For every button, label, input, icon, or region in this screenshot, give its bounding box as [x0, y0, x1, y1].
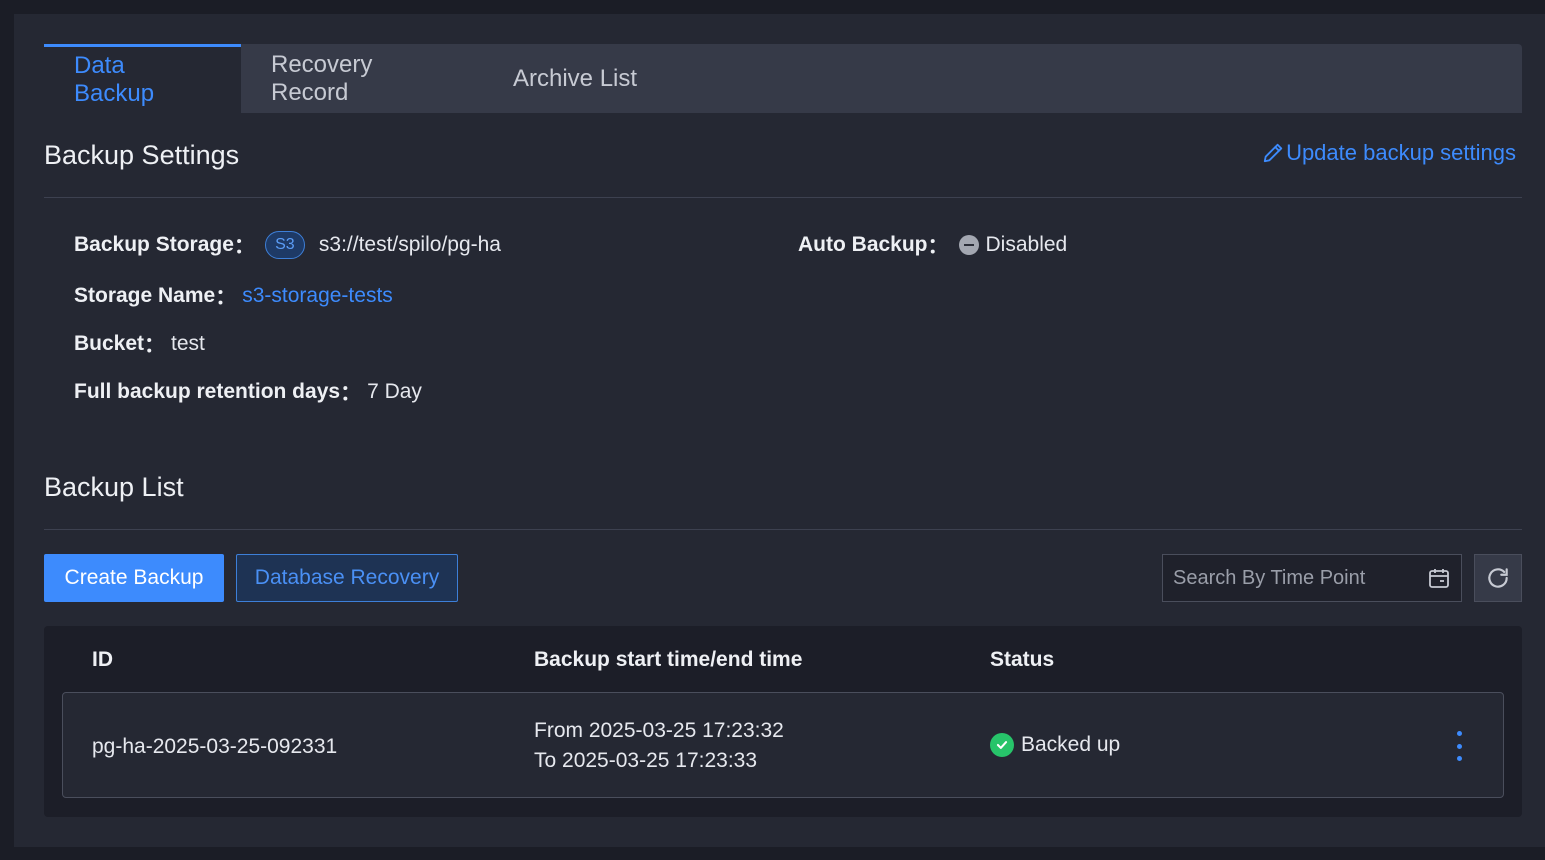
backup-settings-title: Backup Settings — [44, 140, 240, 170]
bucket-label: Bucket — [74, 332, 145, 355]
auto-backup-value: Disabled — [985, 233, 1068, 256]
auto-backup-row: Auto Backup： Disabled — [798, 230, 1067, 260]
pencil-icon — [1263, 143, 1283, 163]
backup-id: pg-ha-2025-03-25-092331 — [92, 735, 338, 758]
storage-name-label: Storage Name — [74, 284, 216, 307]
storage-type-badge: S3 — [264, 231, 305, 259]
backup-table: ID Backup start time/end time Status pg-… — [44, 626, 1522, 817]
backup-storage-row: Backup Storage： S3 s3://test/spilo/pg-ha — [74, 230, 501, 260]
separator: ： — [215, 286, 237, 309]
update-backup-settings-label: Update backup settings — [1286, 140, 1516, 165]
separator: ： — [340, 382, 362, 405]
backup-list-title: Backup List — [44, 472, 184, 502]
column-header-time: Backup start time/end time — [534, 648, 803, 671]
more-vertical-icon[interactable] — [1453, 731, 1465, 761]
backup-status: Backed up — [990, 733, 1120, 757]
backup-end-time: To 2025-03-25 17:23:33 — [534, 749, 758, 772]
calendar-icon[interactable] — [1427, 566, 1451, 590]
separator: ： — [927, 235, 949, 258]
status-text: Backed up — [1021, 733, 1121, 756]
table-row[interactable]: pg-ha-2025-03-25-092331 From 2025-03-25 … — [62, 692, 1504, 798]
storage-name-link[interactable]: s3-storage-tests — [242, 284, 393, 308]
create-backup-button[interactable]: Create Backup — [44, 554, 224, 602]
storage-name-row: Storage Name： s3-storage-tests — [74, 281, 393, 311]
refresh-button[interactable] — [1474, 554, 1522, 602]
separator: ： — [233, 235, 255, 258]
storage-path: s3://test/spilo/pg-ha — [318, 233, 501, 256]
tab-data-backup[interactable]: Data Backup — [44, 44, 241, 113]
database-recovery-button[interactable]: Database Recovery — [236, 554, 458, 602]
bucket-value: test — [171, 332, 205, 355]
time-point-search[interactable]: Search By Time Point — [1162, 554, 1462, 602]
separator: ： — [144, 334, 166, 357]
tab-recovery-record[interactable]: Recovery Record — [241, 44, 483, 113]
disabled-icon — [958, 235, 979, 255]
tab-archive-list[interactable]: Archive List — [483, 44, 667, 113]
check-circle-icon — [990, 733, 1014, 757]
update-backup-settings-link[interactable]: Update backup settings — [1262, 140, 1516, 166]
search-input[interactable]: Search By Time Point — [1173, 567, 1427, 590]
column-header-id: ID — [92, 648, 113, 671]
retention-label: Full backup retention days — [74, 380, 341, 403]
auto-backup-label: Auto Backup — [798, 233, 928, 256]
refresh-icon — [1488, 568, 1508, 588]
list-divider — [44, 529, 1522, 530]
backup-start-time: From 2025-03-25 17:23:32 — [534, 719, 784, 742]
backup-panel: Data Backup Recovery Record Archive List… — [14, 14, 1545, 847]
column-header-status: Status — [990, 648, 1055, 671]
settings-divider — [44, 197, 1522, 198]
tab-bar: Data Backup Recovery Record Archive List — [44, 44, 1522, 113]
retention-row: Full backup retention days： 7 Day — [74, 377, 422, 407]
backup-storage-label: Backup Storage — [74, 233, 234, 256]
retention-value: 7 Day — [367, 380, 422, 403]
bucket-row: Bucket： test — [74, 329, 205, 359]
